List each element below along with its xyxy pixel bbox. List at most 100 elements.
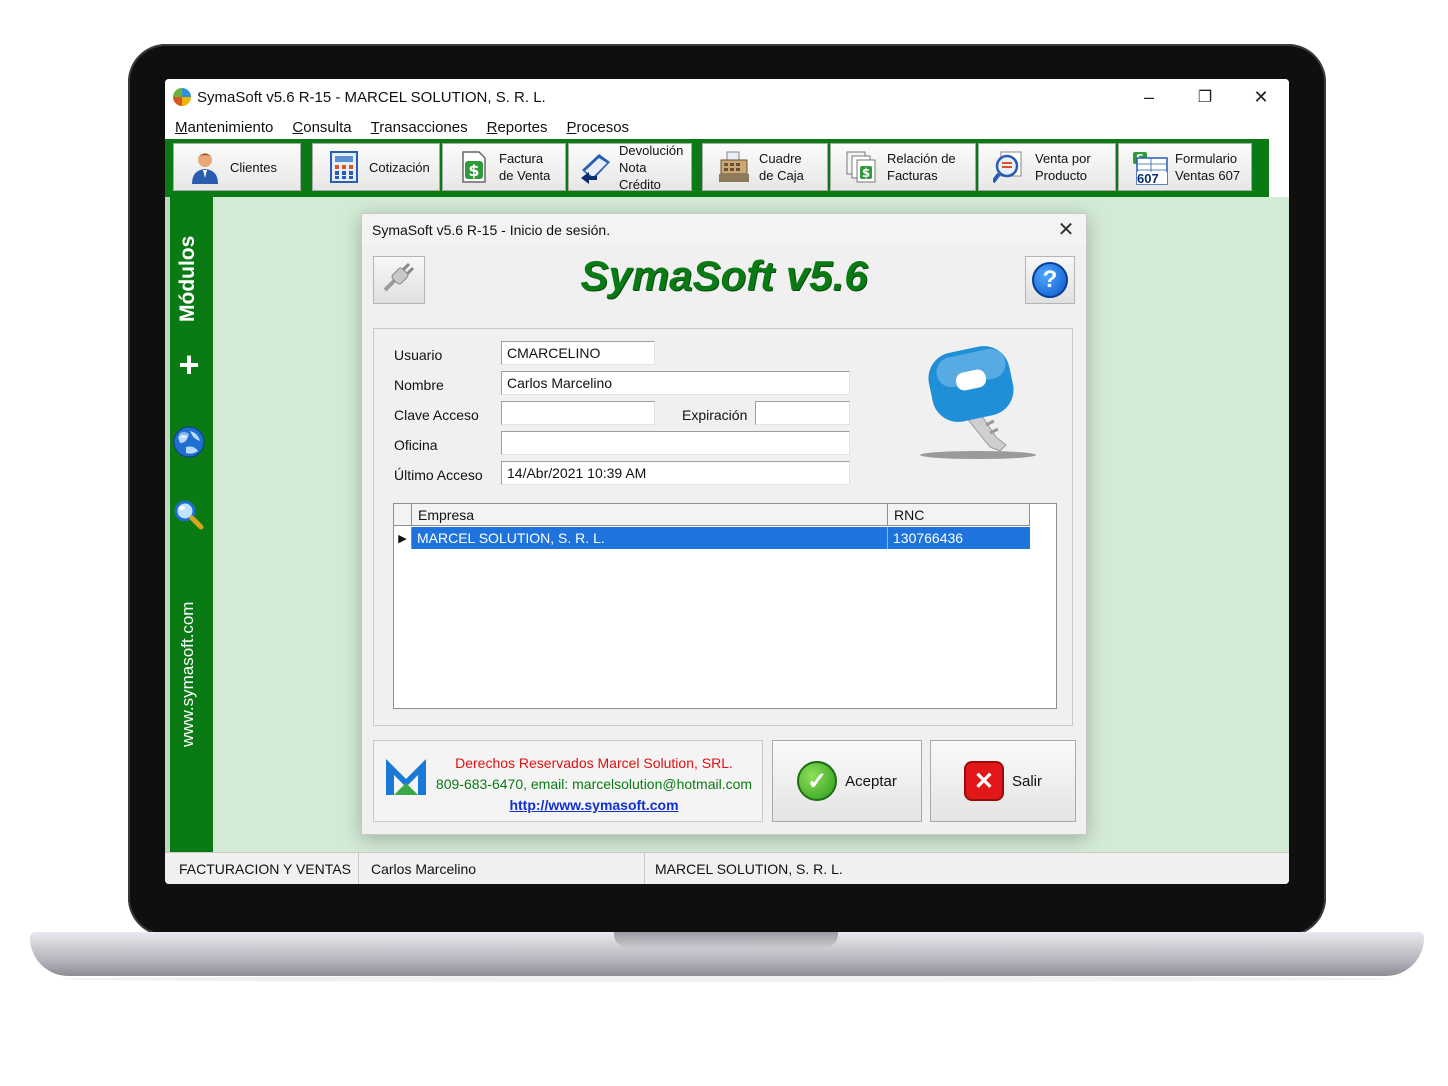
toolbar-cuadre-button[interactable]: Cuadre de Caja: [702, 143, 828, 191]
search-icon[interactable]: [173, 499, 205, 536]
maximize-button[interactable]: ❐: [1177, 79, 1233, 115]
plus-icon[interactable]: +: [175, 347, 203, 383]
menu-mnemonic: M: [175, 118, 188, 136]
dialog-title: SymaSoft v5.6 R-15 - Inicio de sesión.: [372, 221, 611, 238]
calculator-icon: [327, 150, 361, 184]
window-titlebar: SymaSoft v5.6 R-15 - MARCEL SOLUTION, S.…: [165, 79, 1289, 115]
key-icon: [914, 341, 1044, 461]
toolbar-clientes-button[interactable]: Clientes: [173, 143, 301, 191]
menu-reportes[interactable]: Reportes: [487, 119, 548, 136]
menu-mnemonic: T: [370, 118, 380, 136]
menu-label: rocesos: [576, 118, 630, 136]
grid-header-rnc[interactable]: RNC: [888, 504, 1030, 526]
menu-mantenimiento[interactable]: Mantenimiento: [175, 119, 273, 136]
toolbar-label: Relación de Facturas: [887, 151, 956, 183]
sidebar-modules-label[interactable]: Módulos: [176, 236, 200, 322]
ultimo-acceso-label: Último Acceso: [394, 467, 483, 483]
menu-transacciones[interactable]: Transacciones: [371, 119, 468, 136]
company-grid: Empresa RNC ▶ MARCEL SOLUTION, S. R. L. …: [393, 503, 1057, 709]
copyright-text: Derechos Reservados Marcel Solution, SRL…: [434, 753, 754, 816]
usuario-label: Usuario: [394, 347, 443, 363]
menu-procesos[interactable]: Procesos: [567, 119, 630, 136]
symasoft-app-icon: [173, 88, 191, 106]
contact-line: 809-683-6470, email: marcelsolution@hotm…: [435, 776, 753, 792]
status-company: MARCEL SOLUTION, S. R. L.: [655, 861, 843, 877]
usuario-field[interactable]: CMARCELINO: [501, 341, 655, 365]
login-form: Usuario CMARCELINO Nombre Carlos Marceli…: [373, 328, 1073, 726]
row-selector-arrow: ▶: [394, 527, 412, 549]
salir-button[interactable]: ✕ Salir: [930, 740, 1076, 822]
check-icon: ✓: [797, 761, 838, 801]
help-icon: ?: [1032, 262, 1068, 298]
toolbar-label: Cuadre de Caja: [759, 151, 804, 183]
toolbar-factura-button[interactable]: $ Factura de Venta: [442, 143, 566, 191]
copyright-line: Derechos Reservados Marcel Solution, SRL…: [455, 755, 733, 771]
oficina-field[interactable]: [501, 431, 850, 455]
minimize-button[interactable]: –: [1121, 79, 1177, 115]
cell-empresa[interactable]: MARCEL SOLUTION, S. R. L.: [412, 527, 888, 549]
svg-text:$: $: [468, 161, 479, 180]
window-title: SymaSoft v5.6 R-15 - MARCEL SOLUTION, S.…: [197, 88, 546, 106]
grid-corner: [394, 504, 412, 526]
toolbar-devolucion-button[interactable]: Devolución Nota Crédito: [568, 142, 692, 192]
menu-mnemonic: C: [292, 118, 304, 136]
nombre-label: Nombre: [394, 377, 444, 393]
status-bar: FACTURACION Y VENTAS Carlos Marcelino MA…: [165, 852, 1289, 884]
help-button[interactable]: ?: [1025, 256, 1075, 304]
menu-mnemonic: R: [486, 118, 498, 136]
form-607-icon: S 607: [1131, 150, 1169, 186]
laptop-shadow: [60, 976, 1394, 982]
toolbar-label: Clientes: [230, 159, 277, 175]
cash-register-icon: [717, 150, 751, 184]
close-x-icon: ✕: [963, 761, 1004, 801]
magnifier-report-icon: [991, 150, 1027, 184]
window-controls: – ❐ ✕: [1121, 79, 1289, 115]
menu-label: onsulta: [303, 118, 352, 136]
website-link[interactable]: http://www.symasoft.com: [434, 795, 754, 816]
modules-sidebar: Módulos + www.symasoft.com: [165, 197, 213, 852]
grid-header-empresa[interactable]: Empresa: [412, 504, 888, 526]
toolbar-venta-producto-button[interactable]: Venta por Producto: [978, 143, 1116, 191]
menu-label: ransacciones: [379, 118, 468, 136]
svg-text:$: $: [862, 166, 870, 180]
toolbar-relacion-button[interactable]: $ Relación de Facturas: [830, 143, 976, 191]
menu-label: eportes: [497, 118, 548, 136]
expiracion-field[interactable]: [755, 401, 850, 425]
dialog-titlebar: SymaSoft v5.6 R-15 - Inicio de sesión. ✕: [362, 214, 1086, 245]
status-module: FACTURACION Y VENTAS: [165, 853, 359, 884]
invoice-dollar-icon: $: [457, 150, 491, 184]
globe-icon[interactable]: [172, 425, 206, 464]
marcel-solution-logo: [384, 755, 428, 797]
login-dialog: SymaSoft v5.6 R-15 - Inicio de sesión. ✕…: [361, 213, 1087, 835]
menu-label: antenimiento: [187, 118, 274, 136]
salir-label: Salir: [1011, 772, 1042, 790]
close-window-button[interactable]: ✕: [1233, 79, 1289, 115]
cell-rnc[interactable]: 130766436: [888, 527, 1030, 549]
dialog-close-button[interactable]: ✕: [1054, 217, 1078, 241]
clave-acceso-field[interactable]: [501, 401, 655, 425]
menu-consulta[interactable]: Consulta: [292, 119, 351, 136]
toolbar-label: Venta por Producto: [1035, 151, 1091, 183]
status-user: Carlos Marcelino: [359, 853, 645, 884]
expiracion-label: Expiración: [682, 407, 748, 423]
oficina-label: Oficina: [394, 437, 438, 453]
nombre-field[interactable]: Carlos Marcelino: [501, 371, 850, 395]
menu-mnemonic: P: [566, 118, 577, 136]
app-window: SymaSoft v5.6 R-15 - MARCEL SOLUTION, S.…: [165, 79, 1289, 884]
aceptar-button[interactable]: ✓ Aceptar: [772, 740, 922, 822]
toolbar-label: Devolución Nota Crédito: [619, 142, 684, 192]
toolbar-label: Formulario Ventas 607: [1175, 151, 1241, 183]
toolbar-label: Factura de Venta: [499, 151, 551, 183]
workspace: Módulos + www.symasoft.com SymaSoft v5.6…: [165, 197, 1289, 852]
laptop-notch: [614, 932, 838, 948]
sidebar-stripe: [165, 197, 170, 852]
form-607-badge: 607: [1137, 171, 1159, 186]
sidebar-website-label[interactable]: www.symasoft.com: [178, 602, 198, 747]
return-book-icon: [579, 150, 613, 184]
toolbar: Clientes Cotización $ Factura de Venta D…: [165, 139, 1289, 197]
brand-title: SymaSoft v5.6: [580, 252, 868, 299]
toolbar-cotizacion-button[interactable]: Cotización: [312, 143, 440, 191]
invoices-list-icon: $: [845, 150, 879, 184]
ultimo-acceso-field: 14/Abr/2021 10:39 AM: [501, 461, 850, 485]
toolbar-formulario-607-button[interactable]: S 607 Formulario Ventas 607: [1118, 143, 1252, 191]
